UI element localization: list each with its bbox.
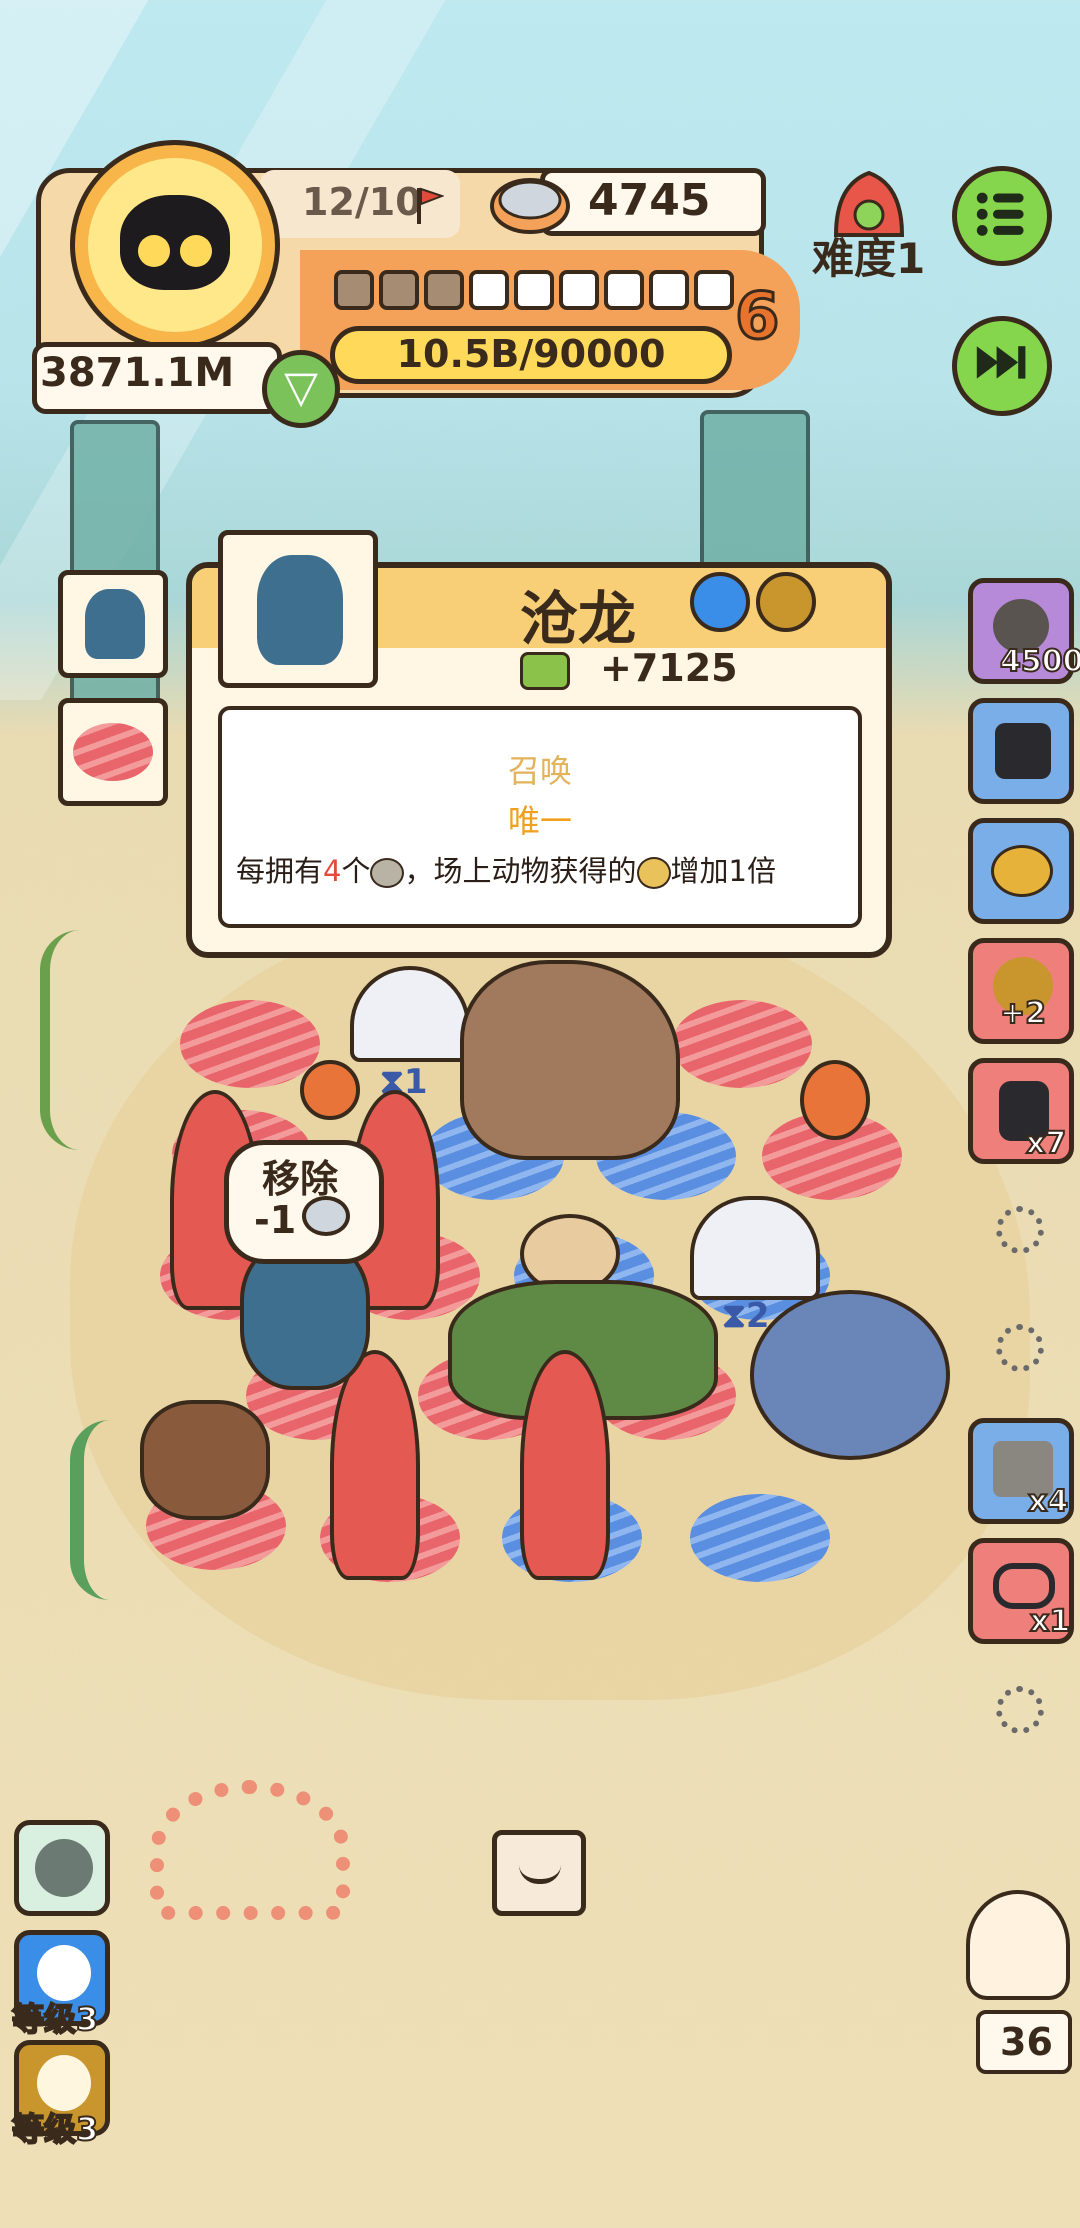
- animal-silhouette-icon: [35, 1839, 93, 1897]
- item-gold-can[interactable]: [968, 818, 1074, 924]
- igloo-icon[interactable]: [690, 1196, 820, 1300]
- card-tag-summon: 召唤: [507, 752, 572, 790]
- meat-tile-icon: [73, 723, 153, 781]
- water-type-icon: [690, 572, 750, 632]
- water-tile[interactable]: [690, 1494, 830, 1582]
- meat-tile[interactable]: [180, 1000, 320, 1088]
- list-icon: [976, 192, 1024, 236]
- seaweed-left: [40, 930, 130, 1150]
- level-pip: [514, 270, 554, 310]
- paw-coin-icon: [636, 857, 671, 889]
- empty-slot-gear-icon: [996, 1686, 1044, 1734]
- fast-forward-button[interactable]: [952, 316, 1052, 416]
- chevron-down-icon[interactable]: ▽: [262, 350, 340, 428]
- mosasaur-on-board-icon[interactable]: [750, 1290, 950, 1460]
- remove-cost: -1: [254, 1198, 297, 1242]
- pet-counter: 36: [1000, 2020, 1053, 2064]
- flag-icon: [417, 187, 444, 224]
- xp-text: 10.5B/90000: [396, 332, 666, 376]
- mosasaur-icon: [85, 589, 145, 659]
- desc-part: ，场上动物获得的: [404, 854, 637, 888]
- left-slot-mosasaur[interactable]: [58, 570, 168, 678]
- card-title: 沧龙: [520, 585, 637, 653]
- empty-slot-gear-icon: [996, 1324, 1044, 1372]
- squid-icon[interactable]: [330, 1350, 420, 1580]
- desc-part: 每拥有: [236, 854, 324, 888]
- tray-icon: [519, 1865, 561, 1884]
- level-pip: [469, 270, 509, 310]
- can-icon: [302, 1196, 350, 1236]
- desc-number: 4: [323, 854, 342, 888]
- left-slot-meat-tile[interactable]: [58, 698, 168, 806]
- fast-forward-icon: [976, 346, 1026, 379]
- pet-owl-icon[interactable]: [966, 1890, 1070, 2000]
- remove-label: 移除: [262, 1157, 339, 1201]
- ability-3-level: 等级3: [11, 2109, 99, 2149]
- cans-count: 4745: [588, 175, 711, 226]
- fish-icon[interactable]: [300, 1060, 360, 1120]
- item-walkie-count: x7: [1025, 1125, 1067, 1162]
- mosasaur-icon: [257, 555, 343, 665]
- money-amount: 3871.1M: [40, 350, 235, 396]
- level-pip: [424, 270, 464, 310]
- desc-part: 个: [341, 854, 371, 888]
- camera-icon: [995, 723, 1051, 779]
- gold-can-icon: [991, 845, 1053, 897]
- shell-icon: [370, 858, 405, 888]
- paw-icon: [138, 235, 170, 267]
- level-pip: [559, 270, 599, 310]
- item-tin-can-count: x4: [1027, 1483, 1069, 1520]
- difficulty-label: 难度1: [812, 234, 926, 283]
- paw-type-icon: [756, 572, 816, 632]
- profit-icon: [520, 652, 570, 690]
- item-snorkel-count: x1: [1029, 1603, 1071, 1640]
- coral-decoration: [150, 1780, 350, 1920]
- level-pip: [334, 270, 374, 310]
- paw-icon: [180, 235, 212, 267]
- wave-counter: 12/10: [302, 180, 422, 224]
- meat-tile[interactable]: [672, 1000, 812, 1088]
- platypus-icon[interactable]: [140, 1400, 270, 1520]
- level-badge: 6: [734, 279, 782, 356]
- empty-slot-gear-icon: [996, 1206, 1044, 1254]
- item-camera[interactable]: [968, 698, 1074, 804]
- item-shell-pack-count: 4500: [999, 643, 1080, 680]
- desc-part: 增加1倍: [670, 854, 776, 888]
- water-drop-icon: [37, 1945, 91, 2001]
- menu-button[interactable]: [952, 166, 1052, 266]
- squid-icon[interactable]: [520, 1350, 610, 1580]
- card-profit: +7125: [600, 646, 738, 690]
- level-pip: [379, 270, 419, 310]
- black-cat-icon: [120, 195, 230, 290]
- timer-hourglass-2: ⧗2: [722, 1296, 770, 1336]
- ability-button-1[interactable]: [14, 1820, 110, 1916]
- snorkel-icon: [993, 1563, 1055, 1609]
- skull-icon: [37, 2055, 91, 2111]
- level-pip: [694, 270, 734, 310]
- tray-button[interactable]: [492, 1830, 586, 1916]
- level-pip: [649, 270, 689, 310]
- brontosaurus-icon[interactable]: [460, 960, 680, 1160]
- level-pip: [604, 270, 644, 310]
- fish-icon[interactable]: [800, 1060, 870, 1140]
- card-description: 每拥有4个 ，场上动物获得的 增加1倍: [236, 848, 856, 890]
- item-paw-plus-count: +2: [999, 995, 1047, 1032]
- can-icon: [490, 178, 570, 234]
- card-portrait: [218, 530, 378, 688]
- card-tag-unique: 唯一: [507, 802, 572, 840]
- ability-2-level: 等级3: [11, 1999, 99, 2039]
